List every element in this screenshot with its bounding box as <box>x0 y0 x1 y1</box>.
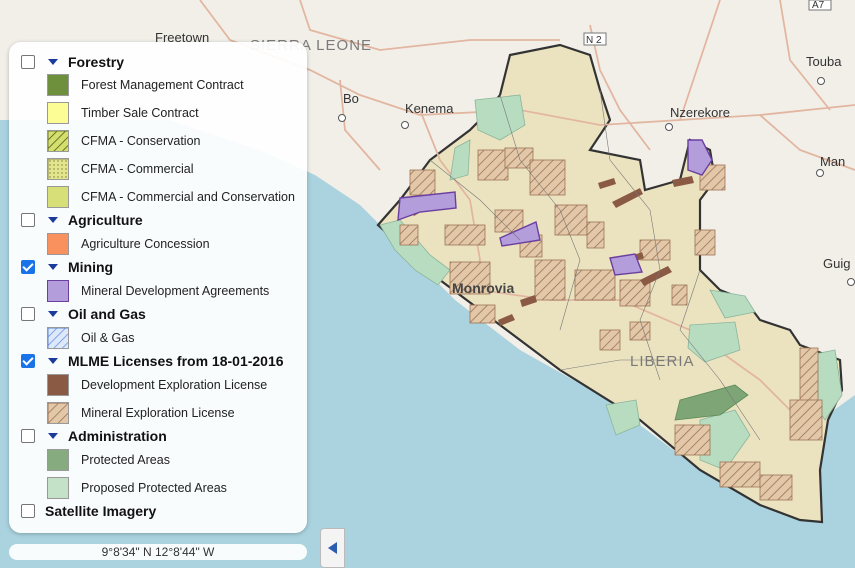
legend-item-proposed-protected: Proposed Protected Areas <box>47 477 227 499</box>
legend-item-oil-gas: Oil & Gas <box>47 327 135 349</box>
legend-item-label: Development Exploration License <box>81 378 268 392</box>
label-man: Man <box>820 154 845 169</box>
satellite-imagery-checkbox[interactable] <box>21 504 35 518</box>
timber-sale-swatch-icon <box>47 102 69 124</box>
coordinate-readout: 9°8'34" N 12°8'44" W <box>9 544 307 560</box>
label-road-a7: A7 <box>812 0 825 11</box>
group-forestry[interactable]: Forestry <box>21 52 124 72</box>
legend-item-timber-sale: Timber Sale Contract <box>47 102 199 124</box>
label-guiglo: Guig <box>823 256 850 271</box>
legend-item-forest-management: Forest Management Contract <box>47 74 244 96</box>
legend-item-protected-areas: Protected Areas <box>47 449 170 471</box>
agriculture-checkbox[interactable] <box>21 213 35 227</box>
collapse-panel-button[interactable] <box>320 528 345 568</box>
chevron-down-icon[interactable] <box>48 358 58 364</box>
agriculture-title: Agriculture <box>68 212 143 228</box>
label-monrovia: Monrovia <box>452 280 514 296</box>
label-nzerekore: Nzerekore <box>670 105 730 120</box>
chevron-down-icon[interactable] <box>48 433 58 439</box>
legend-item-label: Mineral Exploration License <box>81 406 235 420</box>
mining-checkbox[interactable] <box>21 260 35 274</box>
legend-item-cfma-combined: CFMA - Commercial and Conservation <box>47 186 295 208</box>
satellite-imagery-title: Satellite Imagery <box>45 503 157 519</box>
oil-gas-title: Oil and Gas <box>68 306 146 322</box>
group-mlme-licenses[interactable]: MLME Licenses from 18-01-2016 <box>21 351 284 371</box>
administration-checkbox[interactable] <box>21 429 35 443</box>
group-administration[interactable]: Administration <box>21 426 167 446</box>
mining-title: Mining <box>68 259 114 275</box>
legend-item-label: Timber Sale Contract <box>81 106 199 120</box>
group-oil-gas[interactable]: Oil and Gas <box>21 304 146 324</box>
legend-item-label: Forest Management Contract <box>81 78 244 92</box>
oil-gas-checkbox[interactable] <box>21 307 35 321</box>
agriculture-swatch-icon <box>47 233 69 255</box>
chevron-down-icon[interactable] <box>48 264 58 270</box>
legend-item-mineral-development: Mineral Development Agreements <box>47 280 269 302</box>
legend-item-label: CFMA - Commercial <box>81 162 194 176</box>
forest-management-swatch-icon <box>47 74 69 96</box>
legend-item-label: CFMA - Commercial and Conservation <box>81 190 295 204</box>
legend-item-development-exploration: Development Exploration License <box>47 374 267 396</box>
chevron-down-icon[interactable] <box>48 59 58 65</box>
chevron-down-icon[interactable] <box>48 311 58 317</box>
administration-title: Administration <box>68 428 167 444</box>
cfma-combined-swatch-icon <box>47 186 69 208</box>
label-touba: Touba <box>806 54 842 69</box>
forestry-checkbox[interactable] <box>21 55 35 69</box>
legend-item-label: Agriculture Concession <box>81 237 210 251</box>
group-agriculture[interactable]: Agriculture <box>21 210 143 230</box>
legend-item-label: Mineral Development Agreements <box>81 284 270 298</box>
legend-item-cfma-conservation: CFMA - Conservation <box>47 130 200 152</box>
legend-item-label: Protected Areas <box>81 453 170 467</box>
legend-item-agriculture-concession: Agriculture Concession <box>47 233 210 255</box>
label-road-n2: N 2 <box>586 35 602 46</box>
label-kenema: Kenema <box>405 101 454 116</box>
label-liberia: LIBERIA <box>630 353 695 370</box>
protected-areas-swatch-icon <box>47 449 69 471</box>
legend-item-label: CFMA - Conservation <box>81 134 201 148</box>
legend-item-label: Proposed Protected Areas <box>81 481 227 495</box>
collapse-left-arrow-icon <box>328 542 337 554</box>
mlme-licenses-title: MLME Licenses from 18-01-2016 <box>68 353 284 369</box>
group-mining[interactable]: Mining <box>21 257 113 277</box>
legend-item-cfma-commercial: CFMA - Commercial <box>47 158 194 180</box>
mineral-exploration-swatch-icon <box>47 402 69 424</box>
layer-legend-panel: Forestry Forest Management Contract Timb… <box>9 42 307 533</box>
legend-item-mineral-exploration: Mineral Exploration License <box>47 402 235 424</box>
cfma-conservation-swatch-icon <box>47 130 69 152</box>
development-exploration-swatch-icon <box>47 374 69 396</box>
mineral-development-swatch-icon <box>47 280 69 302</box>
forestry-title: Forestry <box>68 54 125 70</box>
legend-item-label: Oil & Gas <box>81 331 135 345</box>
oil-gas-swatch-icon <box>47 327 69 349</box>
group-satellite-imagery[interactable]: Satellite Imagery <box>21 501 156 521</box>
proposed-protected-swatch-icon <box>47 477 69 499</box>
cfma-commercial-swatch-icon <box>47 158 69 180</box>
label-bo: Bo <box>343 91 359 106</box>
chevron-down-icon[interactable] <box>48 217 58 223</box>
mlme-licenses-checkbox[interactable] <box>21 354 35 368</box>
